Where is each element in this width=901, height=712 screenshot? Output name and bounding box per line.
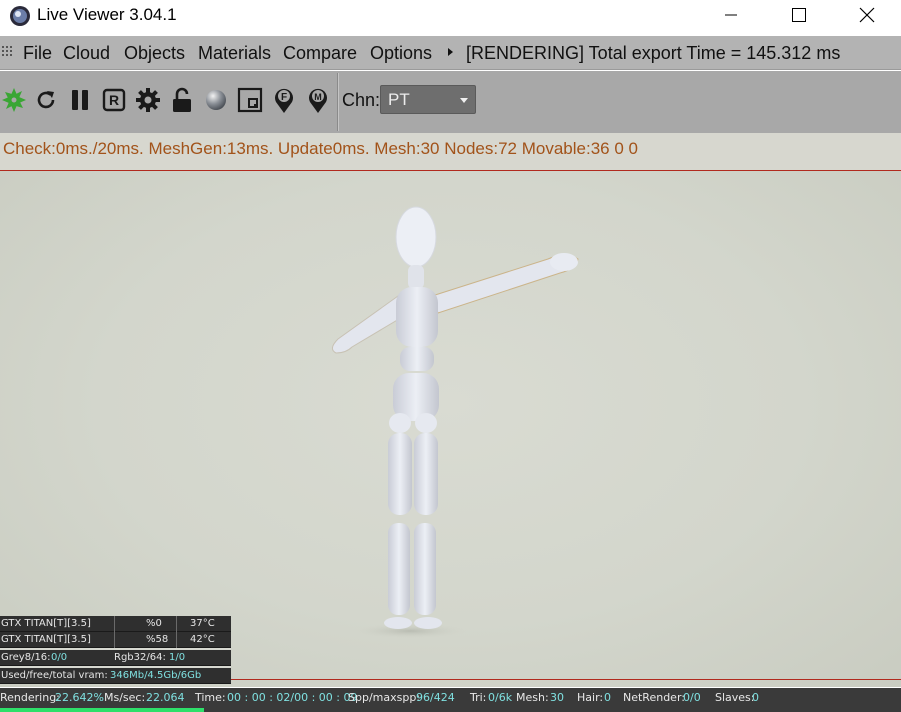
r-button-icon[interactable]: R: [100, 86, 128, 114]
gpu-temp: 42°C: [190, 634, 215, 645]
rgb-value: 1/0: [169, 652, 186, 663]
grey-label: Grey8/16:: [1, 652, 51, 663]
settings-gear-icon[interactable]: [134, 86, 162, 114]
channel-label: Chn:: [342, 90, 381, 110]
svg-text:F: F: [281, 92, 287, 103]
menu-cloud[interactable]: Cloud: [63, 43, 110, 64]
ms-value: 22.064: [146, 691, 185, 704]
grey-value: 0/0: [51, 652, 68, 663]
wooden-mannequin-figure: [332, 206, 579, 639]
pause-icon[interactable]: [66, 86, 94, 114]
render-status-text: [RENDERING] Total export Time = 145.312 …: [466, 43, 841, 63]
spp-value: 96/424: [416, 691, 455, 704]
rgb-label: Rgb32/64:: [114, 652, 166, 663]
menu-file[interactable]: File: [23, 43, 52, 64]
gpu-name: GTX TITAN[T][3.5]: [1, 618, 91, 629]
gpu-row: GTX TITAN[T][3.5] %0 37°C: [0, 616, 231, 632]
spp-label: Spp/maxspp:: [348, 691, 421, 704]
gpu-name: GTX TITAN[T][3.5]: [1, 634, 91, 645]
svg-text:M: M: [314, 92, 322, 102]
menu-overflow-arrow-icon[interactable]: [448, 48, 453, 56]
gpu-info-panel: GTX TITAN[T][3.5] %0 37°C GTX TITAN[T][3…: [0, 616, 231, 684]
time-label: Time:: [195, 691, 226, 704]
tri-value: 0/6k: [488, 691, 513, 704]
time-value: 00 : 00 : 02/00 : 00 : 09: [227, 691, 358, 704]
window-title: Live Viewer 3.04.1: [37, 5, 177, 24]
menu-bar: File Cloud Objects Materials Compare Opt…: [0, 36, 901, 70]
mesh-label: Mesh:: [516, 691, 549, 704]
menu-materials[interactable]: Materials: [198, 43, 271, 64]
gpu-usage: %58: [146, 634, 169, 645]
gpu-usage: %0: [146, 618, 162, 629]
render-progress-fill: [0, 708, 204, 712]
gpu-row: GTX TITAN[T][3.5] %58 42°C: [0, 632, 231, 648]
stats-bar: Check:0ms./20ms. MeshGen:13ms. Update0ms…: [0, 133, 901, 171]
region-render-icon[interactable]: [236, 86, 264, 114]
render-progress-bar: [0, 708, 901, 712]
tri-label: Tri:: [470, 691, 487, 704]
close-button[interactable]: [833, 0, 901, 30]
rendering-label: Rendering:: [0, 691, 60, 704]
pin-m-icon[interactable]: M: [304, 86, 332, 114]
lock-icon[interactable]: [168, 86, 196, 114]
vram-value: 346Mb/4.5Gb/6Gb: [110, 670, 202, 681]
mesh-value: 30: [550, 691, 564, 704]
close-icon: [859, 7, 875, 23]
chevron-down-icon: [460, 98, 468, 103]
slaves-value: 0: [752, 691, 759, 704]
minimize-button[interactable]: [697, 0, 765, 30]
hair-label: Hair:: [577, 691, 604, 704]
toolbar: R F M Chn: PT: [0, 71, 901, 133]
menu-objects[interactable]: Objects: [124, 43, 185, 64]
render-viewport[interactable]: [0, 171, 901, 687]
hair-value: 0: [604, 691, 611, 704]
channel-dropdown[interactable]: PT: [380, 85, 476, 114]
gpu-temp: 37°C: [190, 618, 215, 629]
title-bar: Live Viewer 3.04.1: [0, 0, 901, 34]
toolbar-separator: [337, 73, 339, 131]
ms-label: Ms/sec:: [104, 691, 146, 704]
refresh-icon[interactable]: [32, 86, 60, 114]
netrender-label: NetRender:: [623, 691, 685, 704]
vram-label: Used/free/total vram:: [1, 670, 108, 681]
menu-compare[interactable]: Compare: [283, 43, 357, 64]
sphere-material-icon[interactable]: [202, 86, 230, 114]
app-logo-icon: [10, 6, 30, 26]
slaves-label: Slaves:: [715, 691, 755, 704]
netrender-value: 0/0: [683, 691, 701, 704]
menu-options[interactable]: Options: [370, 43, 432, 64]
channel-value: PT: [388, 90, 410, 109]
maximize-icon: [792, 8, 806, 22]
toolbar-grip-icon[interactable]: [1, 45, 13, 59]
render-status-bar: Rendering: 22.642% Ms/sec: 22.064 Time: …: [0, 688, 901, 708]
rendering-value: 22.642%: [55, 691, 104, 704]
stats-text: Check:0ms./20ms. MeshGen:13ms. Update0ms…: [3, 139, 638, 158]
maximize-button[interactable]: [765, 0, 833, 30]
svg-text:R: R: [109, 92, 119, 108]
texture-memory-row: Grey8/16: 0/0 Rgb32/64: 1/0: [0, 650, 231, 666]
minimize-icon: [725, 14, 737, 16]
octane-logo-icon[interactable]: [0, 86, 28, 114]
vram-row: Used/free/total vram: 346Mb/4.5Gb/6Gb: [0, 668, 231, 684]
pin-f-icon[interactable]: F: [270, 86, 298, 114]
